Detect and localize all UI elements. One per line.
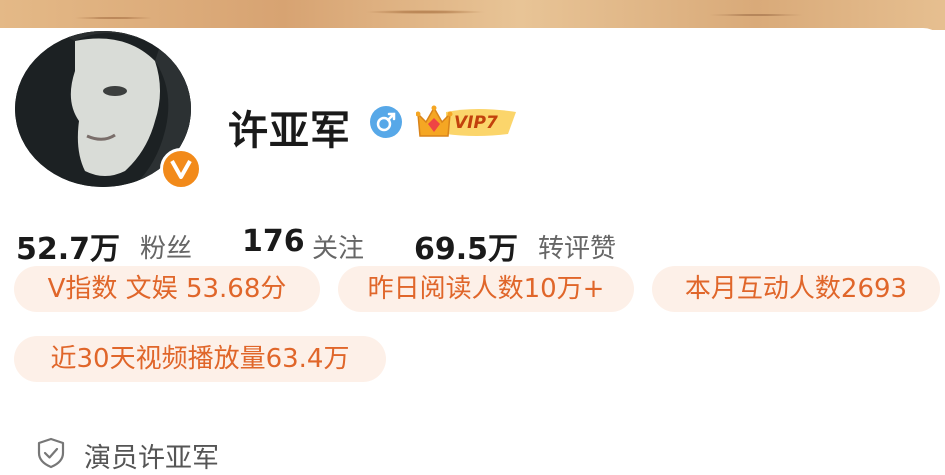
verification-text: 演员许亚军	[84, 443, 219, 474]
following-label[interactable]: 关注	[312, 228, 364, 265]
vip-level-label: VIP7	[454, 113, 498, 133]
fans-count[interactable]: 52.7万	[16, 224, 120, 268]
profile-name: 许亚军	[228, 108, 351, 154]
verified-badge-icon	[160, 148, 202, 190]
tag-yesterday-readers[interactable]: 昨日阅读人数10万+	[338, 266, 634, 312]
tag-video-plays[interactable]: 近30天视频播放量63.4万	[14, 336, 386, 382]
tag-monthly-interactions[interactable]: 本月互动人数2693	[652, 266, 940, 312]
following-count[interactable]: 176	[242, 224, 305, 259]
male-icon	[370, 106, 402, 138]
shield-check-icon	[37, 437, 65, 469]
fans-label[interactable]: 粉丝	[140, 228, 192, 265]
vip-badge[interactable]: VIP7	[415, 102, 520, 142]
profile-card: 许亚军 VIP7 52.7万 粉丝 176 关注 69.5万 转评赞 V指数 文…	[0, 28, 945, 474]
likes-count: 69.5万	[414, 232, 519, 267]
avatar-container[interactable]	[12, 28, 202, 194]
tag-v-index[interactable]: V指数 文娱 53.68分	[14, 266, 320, 312]
likes-label: 转评赞	[538, 234, 617, 264]
profile-cover-image[interactable]	[0, 0, 945, 30]
